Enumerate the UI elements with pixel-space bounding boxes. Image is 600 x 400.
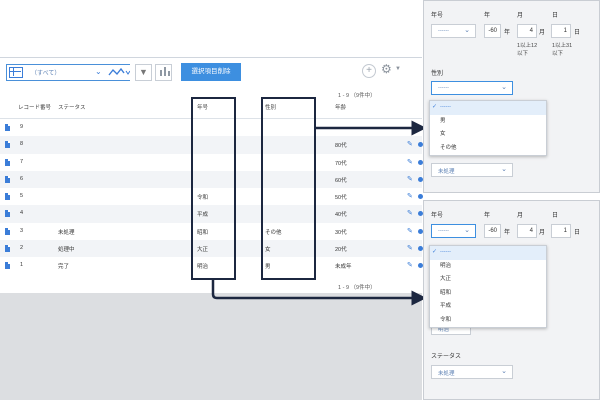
status-select[interactable]: 未処理 ⌄ <box>431 365 513 379</box>
gender-select-value: ------ <box>438 85 449 91</box>
era-select-value: ------ <box>438 28 449 34</box>
day-label: 日 <box>552 13 559 19</box>
gender-option[interactable]: 女 <box>430 128 546 142</box>
year-unit: 年 <box>504 30 511 36</box>
status-select[interactable]: 未処理 ⌄ <box>431 163 513 177</box>
month-unit: 月 <box>539 230 546 236</box>
era-label: 年号 <box>431 13 444 19</box>
gender-option[interactable]: ✓ ------ <box>430 101 546 115</box>
check-icon: ✓ <box>432 249 438 255</box>
status-select-value: 未処理 <box>438 371 455 377</box>
chevron-down-icon: ⌄ <box>501 84 507 91</box>
gender-options-menu: ✓ ------ 男 女 その他 <box>429 100 547 156</box>
screenshot-stage: （すべて） ⌄ ▼ 選択項目削除 + ⚙ ▼ 1 - 9 （9件中） レコード番… <box>0 0 600 400</box>
month-hint-line1: 1以上12 <box>517 43 538 49</box>
era-option[interactable]: 大正 <box>430 273 546 287</box>
year-label: 年 <box>484 213 491 219</box>
gender-form-panel: 年号 年 月 日 ------ ⌄ -60 年 4 月 1 日 1以上12 以下… <box>423 0 600 193</box>
era-arrow <box>211 280 427 306</box>
day-input[interactable]: 1 <box>551 24 571 38</box>
month-unit: 月 <box>539 30 546 36</box>
day-input[interactable]: 1 <box>551 224 571 238</box>
year-label: 年 <box>484 13 491 19</box>
era-select[interactable]: ------ ⌄ <box>431 24 476 38</box>
era-form-panel: 年号 年 月 日 ------ ⌄ -60 年 4 月 1 日 明治 ✓ ----… <box>423 200 600 400</box>
chevron-down-icon: ⌄ <box>501 368 507 375</box>
check-icon: ✓ <box>432 104 438 110</box>
gender-option[interactable]: その他 <box>430 142 546 156</box>
month-input[interactable]: 4 <box>517 24 537 38</box>
gender-label: 性別 <box>431 71 444 77</box>
month-input[interactable]: 4 <box>517 224 537 238</box>
era-option[interactable]: 昭和 <box>430 287 546 301</box>
month-label: 月 <box>517 213 524 219</box>
status-select-value: 未処理 <box>438 169 455 175</box>
year-input[interactable]: -60 <box>484 24 501 38</box>
era-options-menu: ✓ ------ 明治 大正 昭和 平成 令和 <box>429 245 547 328</box>
day-unit: 日 <box>574 230 581 236</box>
era-option[interactable]: 平成 <box>430 300 546 314</box>
year-input[interactable]: -60 <box>484 224 501 238</box>
era-option[interactable]: ✓ ------ <box>430 246 546 260</box>
gender-select[interactable]: ------ ⌄ <box>431 81 513 95</box>
month-hint-line2: 以下 <box>517 51 529 57</box>
chevron-down-icon: ⌄ <box>501 166 507 173</box>
day-hint-line1: 1以上31 <box>552 43 573 49</box>
era-select[interactable]: ------ ⌄ <box>431 224 476 238</box>
era-label: 年号 <box>431 213 444 219</box>
chevron-down-icon: ⌄ <box>464 227 470 234</box>
day-unit: 日 <box>574 30 581 36</box>
era-option[interactable]: 明治 <box>430 260 546 274</box>
month-label: 月 <box>517 13 524 19</box>
era-select-value: ------ <box>438 228 449 234</box>
year-unit: 年 <box>504 230 511 236</box>
gender-option[interactable]: 男 <box>430 115 546 129</box>
era-option[interactable]: 令和 <box>430 314 546 328</box>
chevron-down-icon: ⌄ <box>464 27 470 34</box>
day-label: 日 <box>552 213 559 219</box>
day-hint-line2: 以下 <box>552 51 564 57</box>
status-label: ステータス <box>431 354 462 360</box>
